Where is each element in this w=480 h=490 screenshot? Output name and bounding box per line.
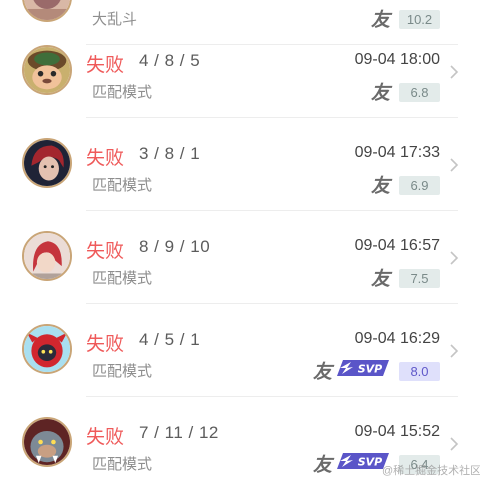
friend-badge: 友 [371, 83, 391, 104]
friend-badge: 友 [371, 176, 391, 197]
performance-score: 7.5 [399, 269, 440, 288]
chevron-right-icon[interactable] [448, 156, 460, 174]
red-champion-portrait [22, 231, 72, 281]
match-time: 09-04 15:52 [354, 423, 440, 440]
match-row[interactable]: 失败 8 / 9 / 10 匹配模式 09-04 16:57 友 7.5 [0, 211, 480, 304]
performance-score: 6.8 [399, 83, 440, 102]
match-row[interactable]: 失败 3 / 8 / 1 匹配模式 09-04 17:33 友 6.9 [0, 118, 480, 211]
match-result: 失败 [86, 334, 125, 355]
chevron-right-icon[interactable] [448, 63, 460, 81]
game-mode: 匹配模式 [92, 84, 153, 101]
game-mode: 匹配模式 [92, 363, 153, 380]
game-mode: 匹配模式 [92, 456, 153, 473]
friend-badge: 友 [313, 362, 333, 383]
kda-score: 4 / 5 / 1 [139, 330, 201, 349]
match-row[interactable]: 失败 4 / 8 / 5 匹配模式 09-04 18:00 友 6.8 [0, 25, 480, 118]
match-row[interactable]: 失败 4 / 5 / 1 匹配模式 09-04 16:29 友 SVP 8.0 [0, 304, 480, 397]
chevron-right-icon[interactable] [448, 435, 460, 453]
chevron-right-icon[interactable] [448, 249, 460, 267]
match-result: 失败 [86, 55, 125, 76]
watermark: @稀土掘金技术社区 [382, 465, 480, 477]
kda-score: 3 / 8 / 1 [139, 144, 201, 163]
svp-badge: SVP [337, 360, 389, 376]
kda-score: 8 / 9 / 10 [139, 237, 211, 256]
match-result: 失败 [86, 427, 125, 448]
match-history-list: 大乱斗友 10.2 失败 4 / 8 / 5 匹配模式 09-04 18:00 友 6.8 失败… [0, 0, 480, 480]
match-time: 09-04 18:00 [354, 51, 440, 68]
svp-label: SVP [358, 363, 383, 376]
teemo-portrait [22, 45, 72, 95]
match-time: 09-04 17:33 [354, 144, 440, 161]
svp-label: SVP [358, 456, 383, 469]
match-result: 失败 [86, 241, 125, 262]
performance-score: 8.0 [399, 362, 440, 381]
kda-score: 4 / 8 / 5 [139, 51, 201, 70]
chevron-right-icon[interactable] [448, 342, 460, 360]
performance-score: 6.9 [399, 176, 440, 195]
kda-score: 7 / 11 / 12 [139, 423, 219, 442]
red-mask-champion-portrait [22, 324, 72, 374]
match-time: 09-04 16:57 [354, 237, 440, 254]
red-hair-champion-portrait [22, 138, 72, 188]
match-result: 失败 [86, 148, 125, 169]
friend-badge: 友 [371, 269, 391, 290]
beast-champion-portrait [22, 417, 72, 467]
game-mode: 匹配模式 [92, 177, 153, 194]
friend-badge: 友 [313, 455, 333, 476]
champion-portrait-top [22, 0, 72, 22]
match-time: 09-04 16:29 [354, 330, 440, 347]
game-mode: 匹配模式 [92, 270, 153, 287]
